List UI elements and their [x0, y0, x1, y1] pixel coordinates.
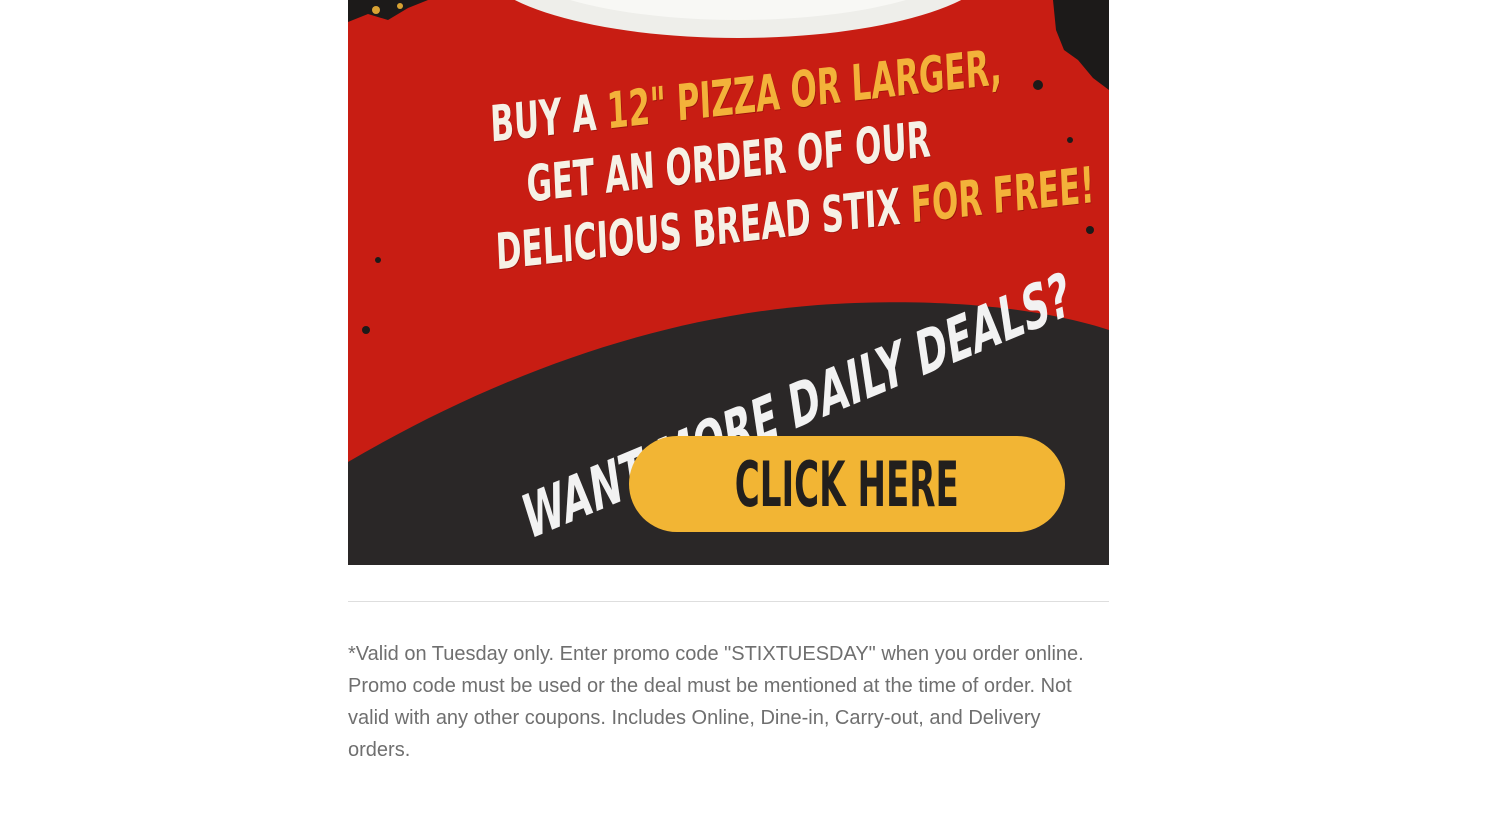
ink-dot	[1067, 137, 1073, 143]
ink-dot	[372, 6, 380, 14]
promo-disclaimer: *Valid on Tuesday only. Enter promo code…	[348, 643, 1084, 761]
promo-banner[interactable]: BUY A 12" PIZZA OR LARGER, GET AN ORDER …	[348, 0, 1109, 565]
ink-dot	[362, 326, 370, 334]
click-here-label: CLICK HERE	[734, 447, 960, 521]
headline-text: BUY A	[489, 82, 609, 154]
click-here-button[interactable]: CLICK HERE	[629, 436, 1065, 532]
ink-dot	[375, 257, 381, 263]
email-column: BUY A 12" PIZZA OR LARGER, GET AN ORDER …	[348, 0, 1109, 761]
ink-dot	[1086, 226, 1094, 234]
section-divider	[348, 601, 1109, 602]
ink-dot	[1033, 80, 1043, 90]
ink-dot	[397, 3, 403, 9]
